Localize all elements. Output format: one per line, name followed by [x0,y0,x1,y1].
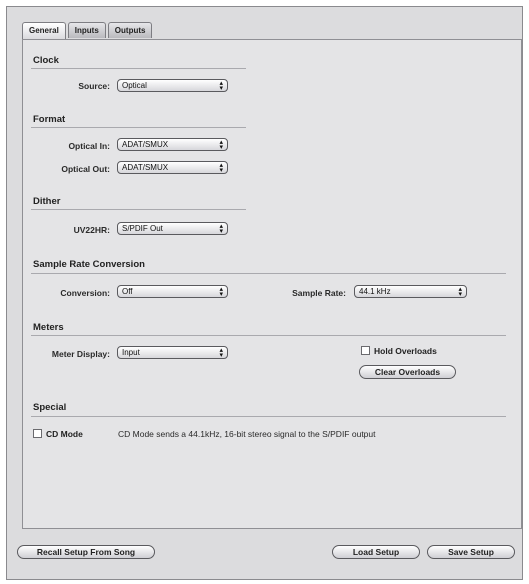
popup-arrows-icon: ▴ ▾ [219,223,223,235]
tab-outputs[interactable]: Outputs [107,22,153,38]
popup-arrows-icon: ▴ ▾ [219,286,223,298]
meter-display-label: Meter Display: [51,349,110,359]
format-divider [31,127,246,128]
recall-setup-button[interactable]: Recall Setup From Song [17,545,155,559]
meters-divider [31,335,506,336]
uv22hr-popup[interactable]: S/PDIF Out ▴ ▾ [117,222,228,235]
meter-display-popup[interactable]: Input ▴ ▾ [117,346,228,359]
optical-out-value: ADAT/SMUX [122,163,169,172]
popup-arrows-icon: ▴ ▾ [219,80,223,92]
optical-out-label: Optical Out: [61,164,110,174]
load-setup-button[interactable]: Load Setup [332,545,420,559]
optical-in-popup[interactable]: ADAT/SMUX ▴ ▾ [117,138,228,151]
clock-heading: Clock [33,55,59,66]
popup-arrows-icon: ▴ ▾ [219,139,223,151]
special-heading: Special [33,402,67,413]
src-divider [31,273,506,274]
source-popup[interactable]: Optical ▴ ▾ [117,79,228,92]
uv22hr-label: UV22HR: [73,225,110,235]
cd-mode-checkbox[interactable] [33,429,42,438]
cd-mode-label: CD Mode [46,429,83,439]
tab-inputs[interactable]: Inputs [67,22,106,38]
save-setup-button[interactable]: Save Setup [427,545,515,559]
hold-overloads-checkbox[interactable] [361,346,370,355]
uv22hr-value: S/PDIF Out [122,224,163,233]
conversion-popup[interactable]: Off ▴ ▾ [117,285,228,298]
popup-arrows-icon: ▴ ▾ [458,286,462,298]
sample-rate-label: Sample Rate: [292,288,346,298]
sample-rate-value: 44.1 kHz [359,287,391,296]
general-panel [22,39,522,529]
source-label: Source: [78,81,110,91]
optical-in-label: Optical In: [68,141,110,151]
clear-overloads-button[interactable]: Clear Overloads [359,365,456,379]
tab-general[interactable]: General [22,22,66,40]
meters-heading: Meters [33,322,64,333]
dither-heading: Dither [33,196,61,207]
dither-divider [31,209,246,210]
meter-display-value: Input [122,348,140,357]
format-heading: Format [33,114,66,125]
conversion-value: Off [122,287,133,296]
popup-arrows-icon: ▴ ▾ [219,162,223,174]
tab-bar: General Inputs Outputs [22,22,154,40]
clock-divider [31,68,246,69]
source-value: Optical [122,81,147,90]
optical-in-value: ADAT/SMUX [122,140,169,149]
conversion-label: Conversion: [60,288,110,298]
src-heading: Sample Rate Conversion [33,259,145,270]
popup-arrows-icon: ▴ ▾ [219,347,223,359]
cd-mode-description: CD Mode sends a 44.1kHz, 16-bit stereo s… [118,429,376,439]
special-divider [31,416,506,417]
sample-rate-popup[interactable]: 44.1 kHz ▴ ▾ [354,285,467,298]
hold-overloads-label: Hold Overloads [374,346,437,356]
optical-out-popup[interactable]: ADAT/SMUX ▴ ▾ [117,161,228,174]
